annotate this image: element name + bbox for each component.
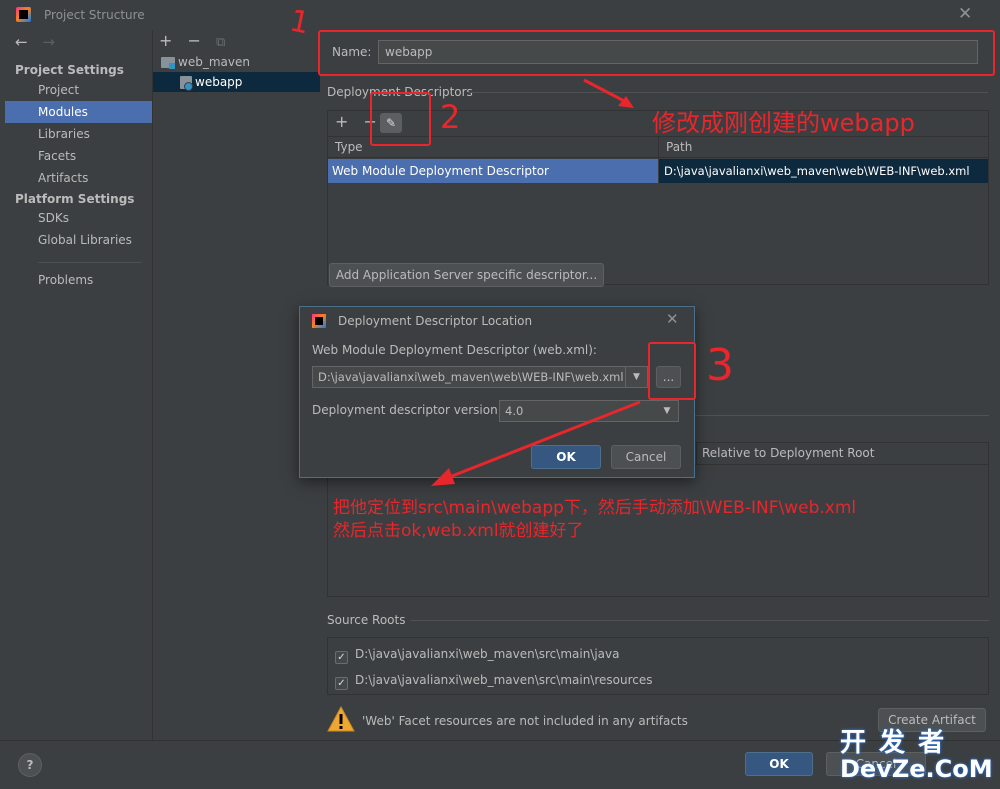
source-root-checkbox[interactable]: ✓ xyxy=(335,677,348,690)
nav-item-global-libraries[interactable]: Global Libraries xyxy=(5,229,152,251)
nav-item-libraries[interactable]: Libraries xyxy=(5,123,152,145)
nav-item-problems[interactable]: Problems xyxy=(5,269,152,291)
column-type[interactable]: Type xyxy=(335,140,363,154)
annotation-arrow-icon xyxy=(583,78,634,108)
intellij-app-icon xyxy=(16,7,31,22)
intellij-app-icon xyxy=(312,314,326,328)
column-relative-path[interactable]: Relative to Deployment Root xyxy=(702,446,874,460)
remove-module-icon[interactable]: − xyxy=(188,31,201,50)
column-divider xyxy=(658,137,659,159)
section-divider xyxy=(410,620,989,621)
web-facet-icon xyxy=(180,76,193,91)
list-item[interactable]: ✓ D:\java\javalianxi\web_maven\src\main\j… xyxy=(335,644,619,664)
platform-settings-header: Platform Settings xyxy=(15,192,135,206)
dialog-close-icon[interactable]: ✕ xyxy=(666,310,679,328)
window-close-icon[interactable]: ✕ xyxy=(958,4,972,24)
title-bar: Project Structure ✕ xyxy=(0,0,1000,30)
nav-item-sdks[interactable]: SDKs xyxy=(5,207,152,229)
annotation-arrow-icon xyxy=(431,400,641,486)
section-divider xyxy=(695,415,989,416)
source-root-checkbox[interactable]: ✓ xyxy=(335,651,348,664)
tree-item-label: webapp xyxy=(195,75,243,89)
add-descriptor-icon[interactable]: + xyxy=(335,112,348,131)
source-roots-list: ✓ D:\java\javalianxi\web_maven\src\main\j… xyxy=(327,637,989,695)
annotation-locate-note-line1: 把他定位到src\main\webapp下，然后手动添加\WEB-INF\web… xyxy=(333,498,857,518)
back-arrow-icon[interactable]: ← xyxy=(15,33,28,51)
window-title: Project Structure xyxy=(44,8,145,22)
descriptor-path-combo[interactable]: D:\java\javalianxi\web_maven\web\WEB-INF… xyxy=(312,366,648,388)
watermark-line2: DevZe.CoM xyxy=(840,755,993,783)
descriptor-location-label: Web Module Deployment Descriptor (web.xm… xyxy=(312,343,597,357)
annotation-number-3: 3 xyxy=(706,340,734,391)
copy-module-icon[interactable]: ⧉ xyxy=(216,35,225,50)
source-root-path: D:\java\javalianxi\web_maven\src\main\re… xyxy=(355,673,653,687)
column-path[interactable]: Path xyxy=(666,140,692,154)
annotation-number-2: 2 xyxy=(440,98,461,136)
chevron-down-icon[interactable]: ▼ xyxy=(625,367,647,387)
add-module-icon[interactable]: + xyxy=(159,31,172,50)
watermark-line1: 开 发 者 xyxy=(840,728,947,758)
chevron-down-icon[interactable]: ▼ xyxy=(656,401,678,421)
column-divider xyxy=(696,443,697,465)
tree-item-label: web_maven xyxy=(178,55,250,69)
section-divider xyxy=(468,92,988,93)
history-arrows: ← → xyxy=(15,33,65,51)
forward-arrow-icon[interactable]: → xyxy=(42,33,55,51)
nav-divider xyxy=(38,262,142,263)
add-server-descriptor-button[interactable]: Add Application Server specific descript… xyxy=(329,263,604,287)
annotation-edit-box xyxy=(370,92,431,146)
annotation-name-note: 修改成刚创建的webapp xyxy=(652,109,915,137)
warning-message: 'Web' Facet resources are not included i… xyxy=(362,714,688,728)
descriptor-type-cell[interactable]: Web Module Deployment Descriptor xyxy=(328,159,658,183)
settings-navigation: ← → Project Settings Project Modules Lib… xyxy=(5,30,152,740)
tree-toolbar: + − ⧉ xyxy=(159,31,235,50)
annotation-browse-box xyxy=(648,342,696,400)
help-button[interactable]: ? xyxy=(18,753,42,777)
annotation-locate-note-line2: 然后点击ok,web.xml就创建好了 xyxy=(333,521,584,541)
warning-icon xyxy=(327,706,355,732)
module-folder-icon xyxy=(161,57,175,69)
descriptor-path-value: D:\java\javalianxi\web_maven\web\WEB-INF… xyxy=(318,370,624,384)
ok-button[interactable]: OK xyxy=(745,752,813,776)
source-root-path: D:\java\javalianxi\web_maven\src\main\ja… xyxy=(355,647,620,661)
nav-item-modules[interactable]: Modules xyxy=(5,101,152,123)
project-settings-header: Project Settings xyxy=(15,63,124,77)
devze-watermark: 开 发 者 DevZe.CoM xyxy=(840,722,1000,783)
list-item[interactable]: ✓ D:\java\javalianxi\web_maven\src\main\r… xyxy=(335,670,653,690)
nav-item-artifacts[interactable]: Artifacts xyxy=(5,167,152,189)
annotation-name-box xyxy=(318,30,995,76)
tree-item-web-maven[interactable]: web_maven xyxy=(153,52,320,72)
nav-item-facets[interactable]: Facets xyxy=(5,145,152,167)
source-roots-title: Source Roots xyxy=(327,613,406,627)
nav-item-project[interactable]: Project xyxy=(5,79,152,101)
dialog-title: Deployment Descriptor Location xyxy=(338,314,533,328)
tree-item-webapp[interactable]: webapp xyxy=(153,72,320,92)
descriptor-path-cell[interactable]: D:\java\javalianxi\web_maven\web\WEB-INF… xyxy=(659,159,988,183)
table-row[interactable]: Web Module Deployment Descriptor D:\java… xyxy=(328,159,988,183)
module-tree-panel: + − ⧉ web_maven webapp xyxy=(153,30,320,740)
